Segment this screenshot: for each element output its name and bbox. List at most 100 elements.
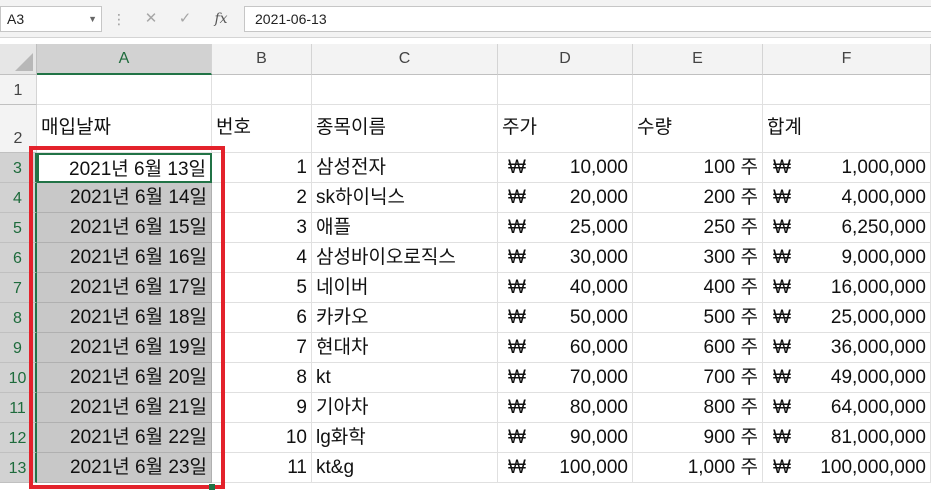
cell-total[interactable]: ₩81,000,000 <box>763 423 931 453</box>
cell-date[interactable]: 2021년 6월 17일 <box>37 273 212 303</box>
insert-function-icon[interactable]: fx <box>214 11 227 27</box>
column-header-f[interactable]: F <box>763 44 931 75</box>
header-number[interactable]: 번호 <box>212 105 312 153</box>
cell-quantity[interactable]: 100 주 <box>633 153 763 183</box>
cell-date[interactable]: 2021년 6월 18일 <box>37 303 212 333</box>
cell-price[interactable]: ₩40,000 <box>498 273 633 303</box>
cell-price[interactable]: ₩70,000 <box>498 363 633 393</box>
cell-number[interactable]: 1 <box>212 153 312 183</box>
header-date[interactable]: 매입날짜 <box>37 105 212 153</box>
cell-number[interactable]: 2 <box>212 183 312 213</box>
cell-date[interactable]: 2021년 6월 15일 <box>37 213 212 243</box>
cell-empty[interactable] <box>498 75 633 105</box>
cell-stock-name[interactable]: 현대차 <box>312 333 498 363</box>
cell-number[interactable]: 10 <box>212 423 312 453</box>
cell-stock-name[interactable]: 네이버 <box>312 273 498 303</box>
cell-total[interactable]: ₩100,000,000 <box>763 453 931 483</box>
cell-stock-name[interactable]: 삼성바이오로직스 <box>312 243 498 273</box>
cell-quantity[interactable]: 400 주 <box>633 273 763 303</box>
cell-total[interactable]: ₩1,000,000 <box>763 153 931 183</box>
row-header-5[interactable]: 5 <box>0 213 37 243</box>
cell-quantity[interactable]: 700 주 <box>633 363 763 393</box>
formula-input[interactable]: 2021-06-13 <box>244 6 931 32</box>
cell-stock-name[interactable]: sk하이닉스 <box>312 183 498 213</box>
cell-empty[interactable] <box>312 75 498 105</box>
cell-date[interactable]: 2021년 6월 16일 <box>37 243 212 273</box>
cell-number[interactable]: 7 <box>212 333 312 363</box>
cell-price[interactable]: ₩25,000 <box>498 213 633 243</box>
cell-stock-name[interactable]: kt&g <box>312 453 498 483</box>
cell-date[interactable]: 2021년 6월 21일 <box>37 393 212 423</box>
cell-number[interactable]: 6 <box>212 303 312 333</box>
cell-total[interactable]: ₩49,000,000 <box>763 363 931 393</box>
cell-number[interactable]: 8 <box>212 363 312 393</box>
row-header-2[interactable]: 2 <box>0 105 37 153</box>
row-header-10[interactable]: 10 <box>0 363 37 393</box>
cell-stock-name[interactable]: kt <box>312 363 498 393</box>
cell-price[interactable]: ₩50,000 <box>498 303 633 333</box>
cell-stock-name[interactable]: 카카오 <box>312 303 498 333</box>
select-all-button[interactable] <box>0 44 37 75</box>
cell-total[interactable]: ₩9,000,000 <box>763 243 931 273</box>
row-header-1[interactable]: 1 <box>0 75 37 105</box>
cell-date[interactable]: 2021년 6월 23일 <box>37 453 212 483</box>
row-header-9[interactable]: 9 <box>0 333 37 363</box>
cell-price[interactable]: ₩10,000 <box>498 153 633 183</box>
cell-number[interactable]: 11 <box>212 453 312 483</box>
header-stock[interactable]: 종목이름 <box>312 105 498 153</box>
cell-quantity[interactable]: 250 주 <box>633 213 763 243</box>
header-price[interactable]: 주가 <box>498 105 633 153</box>
column-header-d[interactable]: D <box>498 44 633 75</box>
row-header-7[interactable]: 7 <box>0 273 37 303</box>
cell-price[interactable]: ₩60,000 <box>498 333 633 363</box>
cell-number[interactable]: 3 <box>212 213 312 243</box>
cell-stock-name[interactable]: 애플 <box>312 213 498 243</box>
cell-total[interactable]: ₩64,000,000 <box>763 393 931 423</box>
header-total[interactable]: 합계 <box>763 105 931 153</box>
column-header-e[interactable]: E <box>633 44 763 75</box>
cell-number[interactable]: 9 <box>212 393 312 423</box>
enter-icon[interactable]: ✓ <box>170 6 200 32</box>
cell-date[interactable]: 2021년 6월 13일 <box>37 153 212 183</box>
cell-quantity[interactable]: 500 주 <box>633 303 763 333</box>
cell-empty[interactable] <box>633 75 763 105</box>
cell-quantity[interactable]: 300 주 <box>633 243 763 273</box>
row-header-12[interactable]: 12 <box>0 423 37 453</box>
cell-price[interactable]: ₩20,000 <box>498 183 633 213</box>
cell-total[interactable]: ₩16,000,000 <box>763 273 931 303</box>
column-header-a[interactable]: A <box>37 44 212 75</box>
column-header-c[interactable]: C <box>312 44 498 75</box>
cell-date[interactable]: 2021년 6월 19일 <box>37 333 212 363</box>
cell-quantity[interactable]: 900 주 <box>633 423 763 453</box>
cell-stock-name[interactable]: 삼성전자 <box>312 153 498 183</box>
cancel-icon[interactable]: ✕ <box>136 6 166 32</box>
chevron-down-icon[interactable]: ▼ <box>88 7 97 31</box>
cell-empty[interactable] <box>212 75 312 105</box>
row-header-4[interactable]: 4 <box>0 183 37 213</box>
row-header-6[interactable]: 6 <box>0 243 37 273</box>
cell-quantity[interactable]: 600 주 <box>633 333 763 363</box>
cell-total[interactable]: ₩4,000,000 <box>763 183 931 213</box>
row-header-11[interactable]: 11 <box>0 393 37 423</box>
cell-quantity[interactable]: 200 주 <box>633 183 763 213</box>
row-header-8[interactable]: 8 <box>0 303 37 333</box>
cell-price[interactable]: ₩30,000 <box>498 243 633 273</box>
name-box[interactable]: A3 ▼ <box>0 6 102 32</box>
cell-date[interactable]: 2021년 6월 14일 <box>37 183 212 213</box>
header-quantity[interactable]: 수량 <box>633 105 763 153</box>
cell-total[interactable]: ₩36,000,000 <box>763 333 931 363</box>
cell-stock-name[interactable]: lg화학 <box>312 423 498 453</box>
cell-price[interactable]: ₩90,000 <box>498 423 633 453</box>
cell-number[interactable]: 5 <box>212 273 312 303</box>
cell-quantity[interactable]: 1,000 주 <box>633 453 763 483</box>
cell-price[interactable]: ₩80,000 <box>498 393 633 423</box>
row-header-13[interactable]: 13 <box>0 453 37 483</box>
cell-price[interactable]: ₩100,000 <box>498 453 633 483</box>
cell-total[interactable]: ₩6,250,000 <box>763 213 931 243</box>
cell-number[interactable]: 4 <box>212 243 312 273</box>
cell-empty[interactable] <box>763 75 931 105</box>
cell-date[interactable]: 2021년 6월 20일 <box>37 363 212 393</box>
cell-date[interactable]: 2021년 6월 22일 <box>37 423 212 453</box>
fill-handle[interactable] <box>209 484 215 490</box>
cell-stock-name[interactable]: 기아차 <box>312 393 498 423</box>
